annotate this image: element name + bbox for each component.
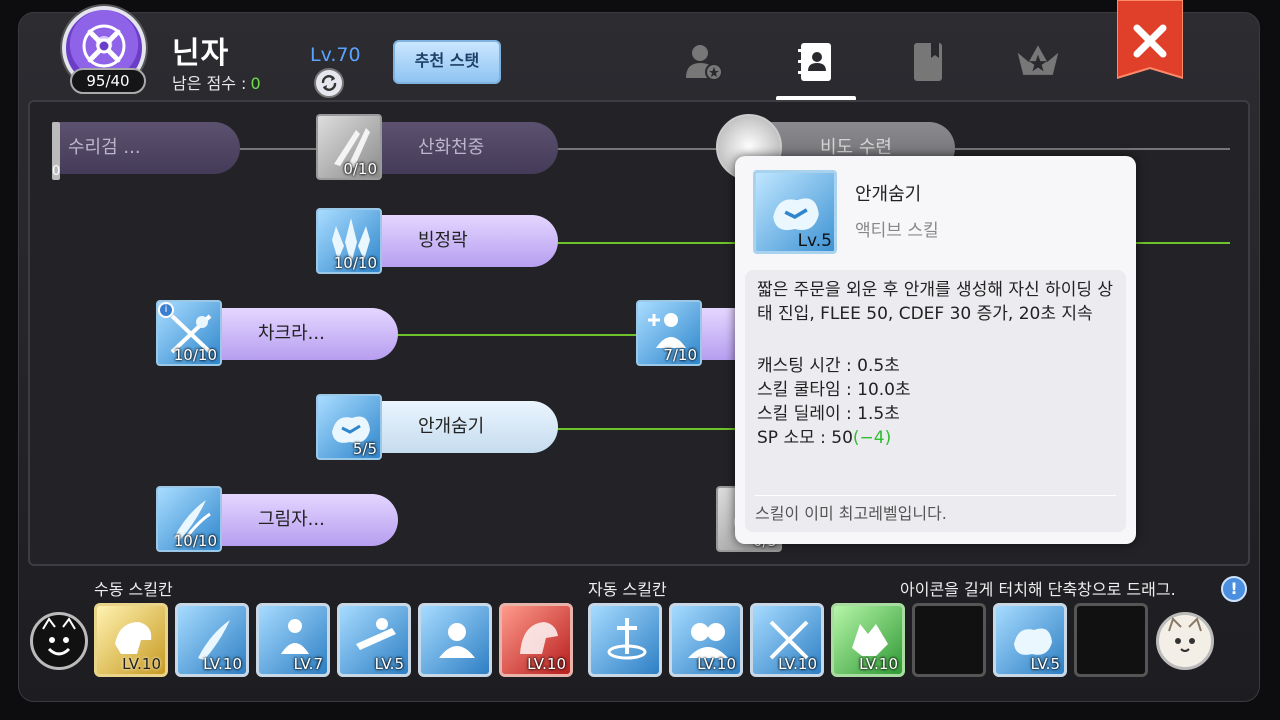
tooltip-footer: 스킬이 이미 최고레벨입니다. — [755, 495, 1116, 526]
auto-slot-5[interactable] — [912, 603, 986, 677]
manual-slot-5[interactable] — [418, 603, 492, 677]
tooltip-body: 짧은 주문을 외운 후 안개를 생성해 자신 하이딩 상태 진입, FLEE 5… — [745, 270, 1126, 532]
skill-count: 10/10 — [173, 346, 217, 364]
slot-level: LV.5 — [374, 655, 404, 673]
tree-link — [395, 334, 640, 336]
rank-tab-icon — [1017, 45, 1059, 75]
skill-label: 차크라... — [258, 323, 325, 344]
hint-icon[interactable]: ! — [1221, 576, 1247, 602]
remaining-points-value: 0 — [250, 74, 261, 93]
points-display: 95/40 — [70, 68, 146, 94]
drag-hint-text: 아이콘을 길게 터치해 단축창으로 드래그. — [900, 580, 1176, 599]
level-text: Lv.70 — [310, 44, 361, 66]
white-cat-face-icon[interactable] — [1156, 612, 1214, 670]
skill-count: 0 — [52, 164, 61, 179]
slot-level: LV.10 — [778, 655, 817, 673]
auto-slot-6[interactable]: LV.5 — [993, 603, 1067, 677]
skill-count: 7/10 — [663, 346, 697, 364]
class-name: 닌자 — [172, 36, 230, 71]
tooltip-skill-name: 안개숨기 — [855, 184, 922, 205]
skills-tab[interactable] — [792, 38, 840, 86]
tree-link — [555, 428, 735, 430]
skill-count: 10/10 — [173, 532, 217, 550]
manual-slot-2[interactable]: LV.10 — [175, 603, 249, 677]
skill-count: 5/5 — [352, 440, 377, 458]
skill-icon-sanhwa[interactable]: 0/10 — [316, 114, 382, 180]
skill-label: 빙정락 — [418, 230, 468, 251]
aura-icon — [439, 623, 475, 658]
refresh-button[interactable] — [314, 68, 344, 98]
skill-icon-myeonggyeong[interactable]: 7/10 — [636, 300, 702, 366]
skill-node-shuriken[interactable]: 수리검 ... — [52, 122, 240, 174]
auto-slot-4[interactable]: LV.10 — [831, 603, 905, 677]
character-tab-icon — [686, 45, 723, 81]
slot-level: LV.10 — [122, 655, 161, 673]
manual-slot-1[interactable]: LV.10 — [94, 603, 168, 677]
skill-icon-shadow[interactable]: 10/10 — [156, 486, 222, 552]
rank-tab[interactable] — [1014, 38, 1062, 86]
skill-icon-bingjeong[interactable]: 10/10 — [316, 208, 382, 274]
tooltip-description: 짧은 주문을 외운 후 안개를 생성해 자신 하이딩 상태 진입, FLEE 5… — [757, 280, 1114, 324]
black-cat-face-icon[interactable] — [30, 612, 88, 670]
skill-count: 10/10 — [333, 254, 377, 272]
skill-tooltip: Lv.5 안개숨기 액티브 스킬 짧은 주문을 외운 후 안개를 생성해 자신 … — [735, 156, 1136, 544]
close-icon — [1116, 0, 1184, 80]
slot-level: LV.10 — [859, 655, 898, 673]
slot-level: LV.10 — [697, 655, 736, 673]
skill-label: 비도 수련 — [820, 137, 892, 158]
tree-link — [955, 148, 1230, 150]
auto-slot-1[interactable] — [588, 603, 662, 677]
auto-slot-3[interactable]: LV.10 — [750, 603, 824, 677]
manual-slot-6[interactable]: LV.10 — [499, 603, 573, 677]
book-tab-icon — [914, 43, 942, 81]
skill-label: 수리검 ... — [68, 137, 141, 158]
tooltip-stat-sp: SP 소모 : 50(−4) — [757, 426, 1114, 450]
auto-slots-label: 자동 스킬칸 — [588, 580, 667, 599]
slot-level: LV.5 — [1030, 655, 1060, 673]
tooltip-stat-cooldown: 스킬 쿨타임 : 10.0초 — [757, 380, 911, 400]
skill-count: 0/10 — [343, 160, 377, 178]
skill-icon-angae[interactable]: 5/5 — [316, 394, 382, 460]
close-button[interactable] — [1116, 0, 1184, 86]
slot-level: LV.10 — [203, 655, 242, 673]
skill-label: 그림자... — [258, 509, 325, 530]
tooltip-stat-delay: 스킬 딜레이 : 1.5초 — [757, 404, 900, 424]
slot-level: LV.7 — [293, 655, 323, 673]
refresh-icon — [321, 75, 337, 91]
tooltip-skill-icon: Lv.5 — [753, 170, 837, 254]
tooltip-stat-cast: 캐스팅 시간 : 0.5초 — [757, 356, 900, 376]
skill-label: 산화천중 — [418, 137, 485, 158]
manual-slot-3[interactable]: LV.7 — [256, 603, 330, 677]
info-badge-icon[interactable]: i — [158, 302, 174, 318]
auto-slot-2[interactable]: LV.10 — [669, 603, 743, 677]
recommend-stats-button[interactable]: 추천 스탯 — [393, 40, 501, 84]
skill-label: 안개숨기 — [418, 416, 485, 437]
character-tab[interactable] — [680, 38, 728, 86]
slot-level: LV.10 — [527, 655, 566, 673]
auto-slot-7[interactable] — [1074, 603, 1148, 677]
tooltip-skill-level: Lv.5 — [797, 231, 832, 251]
tooltip-sp-reduction: (−4) — [852, 428, 892, 448]
tooltip-sp-label: SP 소모 : 50 — [757, 428, 853, 448]
manual-slot-4[interactable]: LV.5 — [337, 603, 411, 677]
tooltip-skill-type: 액티브 스킬 — [855, 221, 939, 241]
skills-tab-icon — [798, 43, 831, 81]
book-tab[interactable] — [904, 38, 952, 86]
sword-circle-icon — [607, 618, 647, 660]
manual-slots-label: 수동 스킬칸 — [94, 580, 173, 599]
remaining-points: 남은 점수 :0 — [172, 70, 261, 94]
remaining-points-label: 남은 점수 : — [172, 74, 247, 93]
